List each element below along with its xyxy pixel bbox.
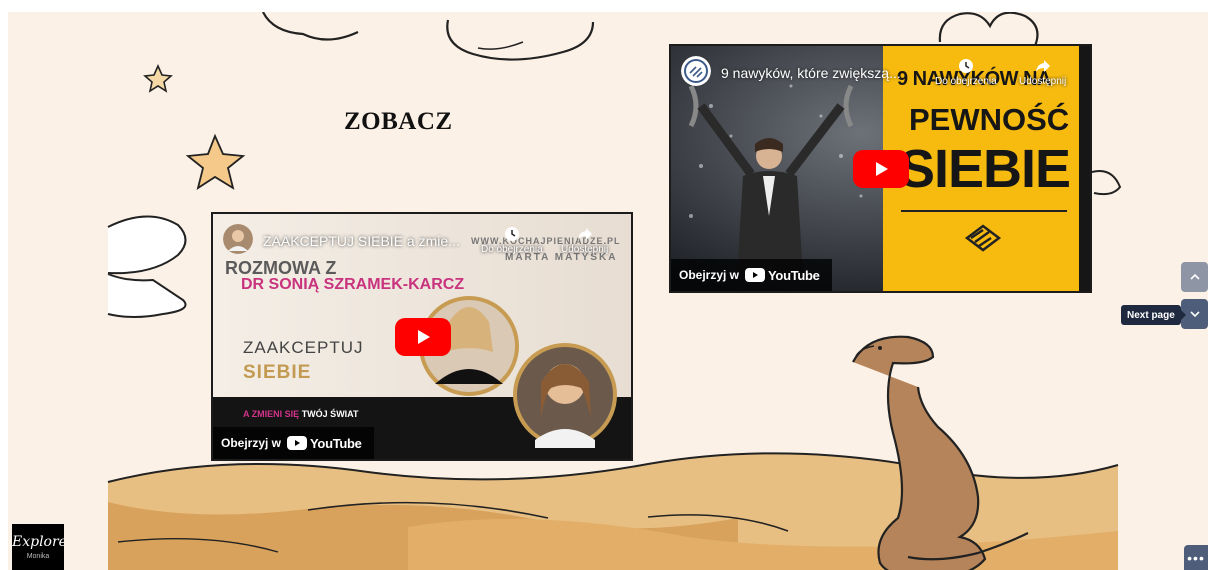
youtube-logo: YouTube <box>287 436 362 451</box>
thumbnail-line-3: A ZMIENI SIĘ TWÓJ ŚWIAT <box>243 409 359 419</box>
watch-on-label: Obejrzyj w <box>221 436 282 450</box>
video-title[interactable]: 9 nawyków, które zwiększą... <box>721 65 901 81</box>
chevron-up-icon <box>1189 273 1200 280</box>
thumbnail-guest-name: DR SONIĄ SZRAMEK-KARCZ <box>241 276 465 293</box>
watch-later-button[interactable]: Do obejrzenia <box>481 226 543 255</box>
thumbnail-line-3: SIEBIE <box>899 139 1071 199</box>
play-button[interactable] <box>853 150 909 188</box>
page-heading: ZOBACZ <box>344 108 453 135</box>
youtube-logo-icon <box>287 436 308 450</box>
watch-on-label: Obejrzyj w <box>679 268 740 282</box>
canvas-page: ZOBACZ ROZMOWA Z DR SONIĄ SZRAMEK-KARCZ … <box>8 12 1208 570</box>
channel-avatar[interactable] <box>223 224 253 254</box>
share-button[interactable]: Udostępnij <box>1019 58 1066 87</box>
youtube-embed-9-nawykow[interactable]: 9 NAWYKÓW NA PEWNOŚĆ SIEBIE 9 nawyków, k… <box>669 44 1092 293</box>
clock-icon <box>958 59 973 73</box>
share-button[interactable]: Udostępnij <box>561 226 608 255</box>
thumbnail-line-2: PEWNOŚĆ <box>909 102 1070 137</box>
youtube-logo-icon <box>745 268 766 282</box>
youtube-logo: YouTube <box>745 268 820 283</box>
play-icon <box>418 330 430 344</box>
chevron-down-icon <box>1189 311 1200 318</box>
watch-on-youtube-link[interactable]: Obejrzyj w YouTube <box>213 427 374 459</box>
watch-later-button[interactable]: Do obejrzenia <box>935 58 997 87</box>
share-icon <box>1035 60 1050 72</box>
play-icon <box>876 162 888 176</box>
site-badge-name: Monika <box>26 553 50 560</box>
more-options-button[interactable]: ••• <box>1184 545 1208 570</box>
channel-avatar[interactable] <box>681 56 711 86</box>
previous-page-button[interactable] <box>1181 262 1208 292</box>
video-title[interactable]: ZAAKCEPTUJ SIEBIE a zmie... <box>263 233 460 249</box>
thumbnail-line-1: ZAAKCEPTUJ <box>243 338 364 357</box>
play-button[interactable] <box>395 318 451 356</box>
more-icon: ••• <box>1187 549 1205 566</box>
site-badge-script: Explore <box>12 534 64 550</box>
next-page-tooltip: Next page <box>1121 305 1186 325</box>
youtube-embed-zaakceptuj-siebie[interactable]: ROZMOWA Z DR SONIĄ SZRAMEK-KARCZ WWW.KOC… <box>211 212 633 461</box>
site-badge[interactable]: Explore Monika <box>12 524 64 570</box>
thumbnail-line-2: SIEBIE <box>243 362 312 383</box>
watch-on-youtube-link[interactable]: Obejrzyj w YouTube <box>671 259 832 291</box>
share-icon <box>577 228 592 240</box>
clock-icon <box>504 227 519 241</box>
